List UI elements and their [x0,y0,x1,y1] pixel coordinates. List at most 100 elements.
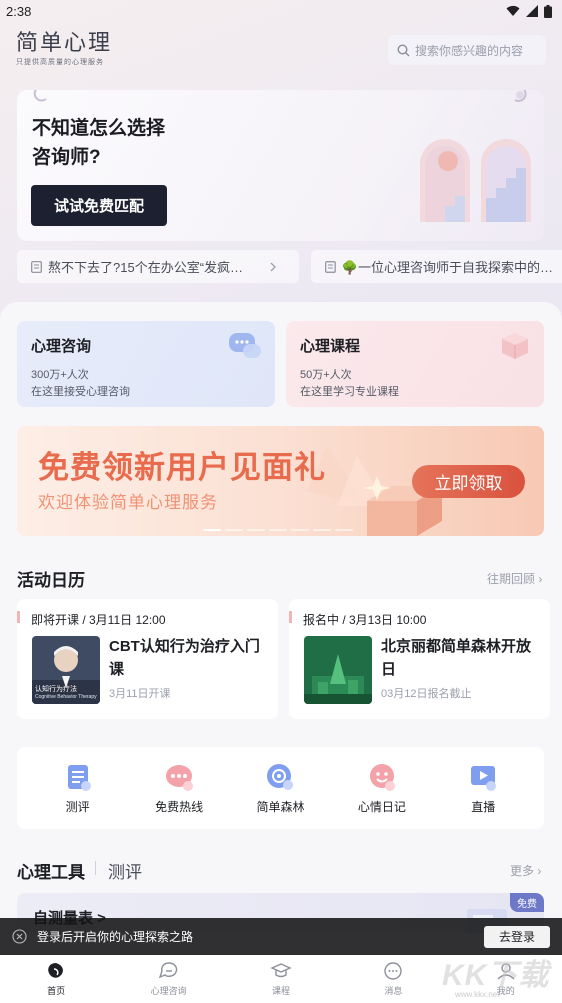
carousel-dot [247,529,265,531]
event-thumbnail: 认知行为疗法 Cognitive Behavior Therapy [32,636,100,704]
event-meta: 03月12日报名截止 [381,688,472,700]
tools-tab-assessment[interactable]: 测评 [108,858,142,883]
hanging-hook-icon [33,90,47,102]
shortcut-label: 免费热线 [155,799,204,814]
new-user-gift-banner[interactable]: 免费领新用户见面礼 欢迎体验简单心理服务 立即领取 [17,426,544,536]
past-events-link[interactable]: 往期回顾 › [487,570,542,587]
calendar-section-title: 活动日历 [17,571,85,590]
chevron-right-icon [270,262,276,271]
hanging-hook-icon-right [514,90,527,102]
ticker-text: 🌳一位心理咨询师于自我探索中的… [341,260,554,275]
ticker-item[interactable]: 熬不下去了?15个在办公室“发疯… [17,250,299,283]
tools-more-label: 更多 [510,864,535,878]
arch-illustration [420,139,531,222]
tab-consult[interactable]: 心理咨询 [129,961,209,997]
status-bar: 2:38 [0,0,562,22]
carousel-dot [225,529,243,531]
event-tag: 即将开课 / 3月11日 12:00 [17,611,166,627]
event-card-forest[interactable]: 报名中 / 3月13日 10:00 北京丽都简单森林开放日 03月12日报名截止 [288,599,550,719]
tools-tab-divider [95,861,96,875]
shortcut-assessment[interactable]: 测评 [38,762,118,815]
close-icon[interactable] [12,929,27,944]
consult-desc: 在这里接受心理咨询 [31,386,130,398]
carousel-dot [203,529,221,531]
chevron-right-icon: › [538,572,543,586]
consult-count: 300万+人次 [31,369,89,381]
shortcut-live[interactable]: 直播 [443,762,523,815]
hero-title-line2: 咨询师? [32,147,101,168]
search-icon [397,43,410,56]
match-hero-card[interactable]: 不知道怎么选择 咨询师? 试试免费匹配 [17,90,544,241]
logo-subtitle: 只提供高质量的心理服务 [16,59,104,66]
carousel-dot [269,529,287,531]
home-icon [48,963,64,978]
thumbnail-caption-en: Cognitive Behavior Therapy [35,694,97,700]
forest-building-image [304,636,372,704]
tab-label: 首页 [47,986,66,996]
shortcut-hotline[interactable]: 免费热线 [139,762,219,815]
forest-icon [267,763,294,790]
live-play-icon [471,765,497,791]
tab-label: 课程 [271,986,290,996]
event-name: 北京丽都简单森林开放日 [381,638,532,678]
tools-section-title[interactable]: 心理工具 [17,858,85,883]
shortcut-label: 心情日记 [357,799,406,814]
login-prompt-text: 登录后开启你的心理探索之路 [37,930,194,944]
shortcut-grid: 测评 免费热线 简单森林 心情日记 直播 [17,747,544,829]
book-cube-icon [502,333,528,359]
site-watermark-url: www.kkx.net [455,990,500,999]
mood-face-icon [369,763,395,791]
ticker-text: 熬不下去了?15个在办公室“发疯… [48,260,244,275]
tools-more-link[interactable]: 更多 › [510,862,541,879]
wifi-icon [506,5,520,16]
course-title: 心理课程 [300,338,361,355]
app-header: 简单心理 只提供高质量的心理服务 搜索你感兴趣的内容 [16,32,546,68]
event-meta: 3月11日开课 [109,688,171,700]
search-placeholder: 搜索你感兴趣的内容 [415,43,524,58]
app-logo: 简单心理 只提供高质量的心理服务 [16,32,112,67]
article-icon [31,260,42,273]
message-icon [384,962,403,980]
site-watermark: KK下载 [442,959,550,992]
status-icons [506,4,552,18]
status-time: 2:38 [6,3,32,19]
course-cap-icon [270,963,292,978]
claim-now-button[interactable]: 立即领取 [412,465,525,498]
free-match-button[interactable]: 试试免费匹配 [31,185,167,226]
shortcut-label: 测评 [65,799,90,814]
banner-subtitle: 欢迎体验简单心理服务 [38,493,218,512]
tab-label: 消息 [384,986,403,996]
tab-course[interactable]: 课程 [241,961,321,997]
shortcut-forest[interactable]: 简单森林 [240,762,320,815]
carousel-indicator [203,529,353,531]
event-card-cbt[interactable]: 即将开课 / 3月11日 12:00 认知行为疗法 Cognitive Beha… [17,599,278,719]
course-service-card[interactable]: 心理课程 50万+人次 在这里学习专业课程 [286,321,544,407]
hero-title-line1: 不知道怎么选择 [32,118,166,139]
go-login-button[interactable]: 去登录 [484,925,550,948]
article-ticker: 熬不下去了?15个在办公室“发疯… 🌳一位心理咨询师于自我探索中的… [17,250,562,283]
shortcut-label: 简单森林 [256,799,305,814]
search-input[interactable]: 搜索你感兴趣的内容 [388,35,546,65]
ticker-item[interactable]: 🌳一位心理咨询师于自我探索中的… [311,250,562,283]
thumbnail-caption: 认知行为疗法 [35,686,77,693]
course-desc: 在这里学习专业课程 [300,386,399,398]
banner-title: 免费领新用户见面礼 [38,450,326,485]
hero-title: 不知道怎么选择 咨询师? [32,114,212,172]
carousel-dot [313,529,331,531]
article-icon [325,260,336,273]
chat-bubbles-icon [229,333,261,358]
carousel-dot [291,529,309,531]
tab-label: 心理咨询 [150,986,187,996]
consult-service-card[interactable]: 心理咨询 300万+人次 在这里接受心理咨询 [17,321,275,407]
shortcut-mood-diary[interactable]: 心情日记 [342,762,422,815]
battery-icon [544,4,552,18]
past-events-label: 往期回顾 [487,572,536,586]
carousel-dot [335,529,353,531]
shortcut-label: 直播 [471,799,496,814]
chat-bubble-icon [166,764,194,791]
logo-title: 简单心理 [16,31,113,56]
tab-home[interactable]: 首页 [16,961,96,997]
tab-messages[interactable]: 消息 [353,961,433,997]
event-name: CBT认知行为治疗入门课 [109,638,260,678]
chevron-right-icon: › [537,864,542,878]
